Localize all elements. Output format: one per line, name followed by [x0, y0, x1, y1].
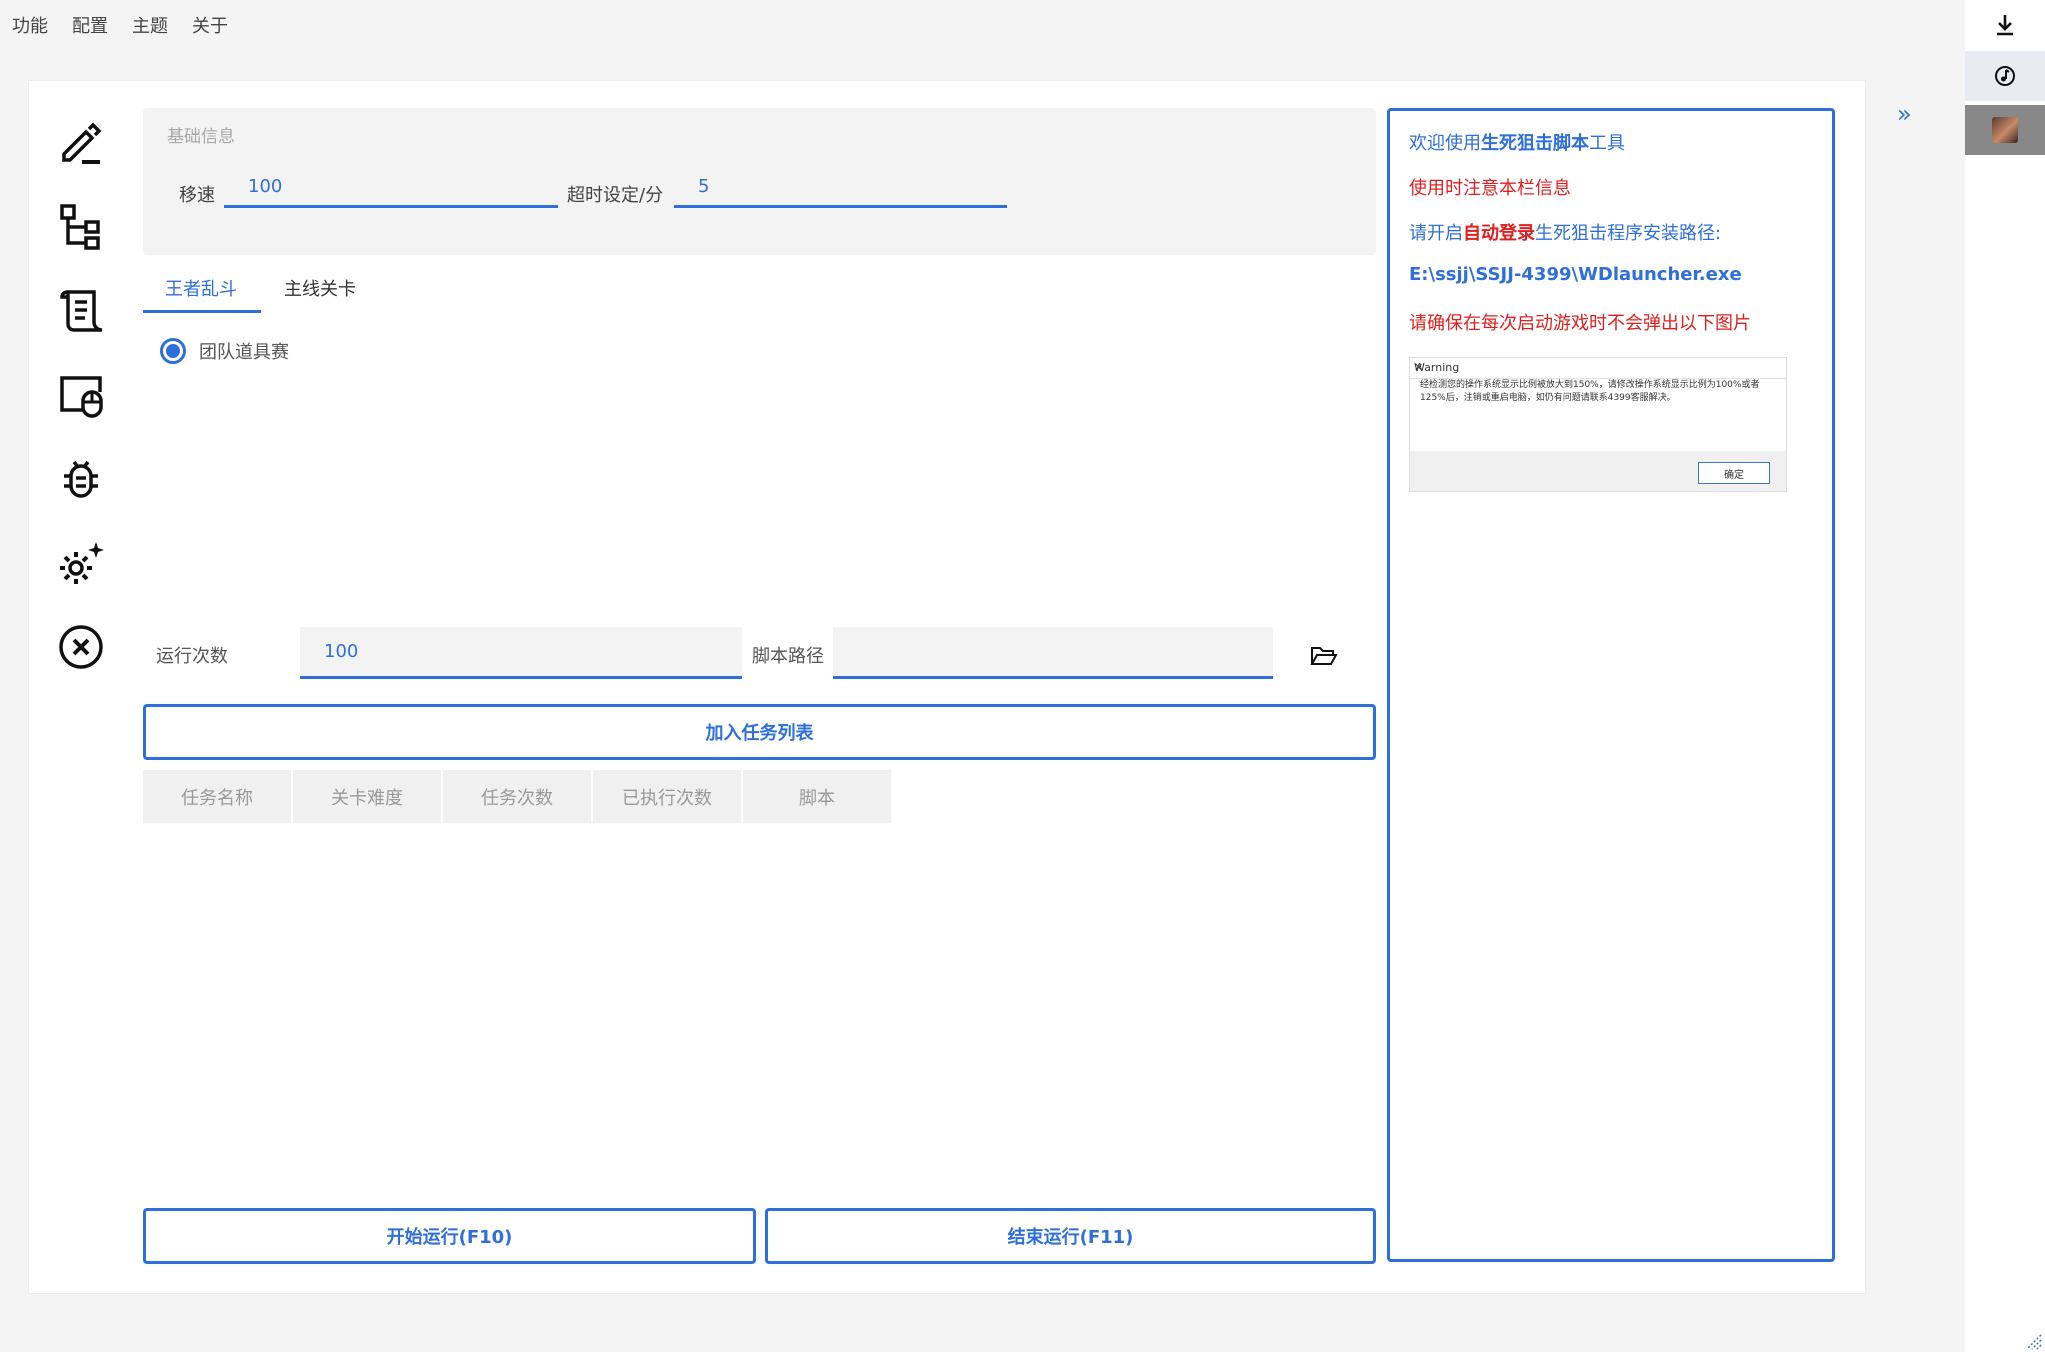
run-count-label: 运行次数 [156, 646, 228, 667]
speed-label: 移速 [179, 185, 215, 206]
notice-line: 使用时注意本栏信息 [1409, 178, 1571, 199]
sidebar-item-settings[interactable] [50, 532, 112, 594]
sidebar-item-window[interactable] [50, 364, 112, 426]
music-button[interactable] [1965, 51, 2045, 101]
info-panel: 欢迎使用生死狙击脚本工具 使用时注意本栏信息 请开启自动登录生死狙击程序安装路径… [1387, 108, 1835, 1262]
resize-grip-icon[interactable] [2022, 1330, 2042, 1350]
team-item-radio-label: 团队道具赛 [199, 342, 289, 363]
script-path-label: 脚本路径 [752, 646, 824, 667]
download-icon [1997, 15, 2013, 36]
menu-about[interactable]: 关于 [192, 12, 228, 38]
warning-dialog-titlebar: Warning ✕ [1410, 358, 1786, 379]
warning-dialog-image: Warning ✕ 经检测您的操作系统显示比例被放大到150%，请修改操作系统显… [1409, 357, 1787, 492]
active-tab-indicator [143, 310, 261, 313]
column-header[interactable]: 关卡难度 [293, 770, 441, 823]
welcome-post: 工具 [1589, 133, 1625, 154]
right-rail [1965, 0, 2045, 1352]
settings-sparkle-icon [60, 542, 104, 584]
autologin-bold: 自动登录 [1463, 223, 1535, 244]
basic-info-panel: 基础信息 移速 超时设定/分 [143, 108, 1376, 255]
warning-dialog-ok: 确定 [1698, 462, 1770, 484]
column-header[interactable]: 任务次数 [443, 770, 591, 823]
sidebar-item-script[interactable] [50, 280, 112, 342]
sidebar-item-exit[interactable] [50, 616, 112, 678]
close-circle-icon [59, 625, 103, 669]
autologin-pre: 请开启 [1409, 223, 1463, 244]
sidebar-item-edit[interactable] [50, 112, 112, 174]
task-table-body [143, 825, 1376, 1195]
tree-icon [60, 204, 100, 250]
folder-open-icon[interactable] [1310, 642, 1338, 670]
tab-king-brawl[interactable]: 王者乱斗 [165, 275, 237, 301]
add-task-button[interactable]: 加入任务列表 [143, 704, 1376, 760]
close-icon: ✕ [1414, 361, 1424, 374]
column-header[interactable]: 已执行次数 [593, 770, 741, 823]
scroll-icon [60, 290, 103, 332]
stop-button[interactable]: 结束运行(F11) [765, 1208, 1376, 1264]
avatar [1992, 117, 2018, 143]
column-header[interactable]: 任务名称 [143, 770, 291, 823]
team-item-radio[interactable] [160, 338, 186, 364]
task-table-header: 任务名称 关卡难度 任务次数 已执行次数 脚本 [143, 770, 893, 823]
script-path-input[interactable] [833, 627, 1273, 679]
timeout-input[interactable] [674, 168, 1007, 208]
menu-theme[interactable]: 主题 [132, 12, 168, 38]
chevron-double-right-icon[interactable]: » [1897, 100, 1912, 128]
popup-notice-line: 请确保在每次启动游戏时不会弹出以下图片 [1409, 313, 1751, 334]
sidebar-item-debug[interactable] [50, 448, 112, 510]
menu-bar: 功能 配置 主题 关于 [0, 0, 1965, 52]
autologin-line: 请开启自动登录生死狙击程序安装路径: [1409, 219, 1721, 245]
sidebar-item-tree[interactable] [50, 196, 112, 258]
welcome-bold: 生死狙击脚本 [1481, 133, 1589, 154]
run-count-input[interactable]: 100 [300, 627, 742, 679]
welcome-pre: 欢迎使用 [1409, 133, 1481, 154]
edit-icon [62, 122, 102, 164]
menu-function[interactable]: 功能 [12, 12, 48, 38]
window-mouse-icon [60, 376, 103, 418]
download-button[interactable] [1965, 0, 2045, 50]
column-header[interactable]: 脚本 [743, 770, 891, 823]
music-icon [1995, 66, 2015, 86]
bug-icon [64, 460, 98, 498]
avatar-button[interactable] [1965, 105, 2045, 155]
install-path: E:\ssjj\SSJJ-4399\WDlauncher.exe [1409, 264, 1742, 285]
autologin-post: 生死狙击程序安装路径: [1535, 223, 1722, 244]
start-button[interactable]: 开始运行(F10) [143, 1208, 756, 1264]
tab-main-stage[interactable]: 主线关卡 [284, 275, 356, 301]
speed-input[interactable] [224, 168, 558, 208]
warning-dialog-text: 经检测您的操作系统显示比例被放大到150%，请修改操作系统显示比例为100%或者… [1420, 380, 1760, 403]
timeout-label: 超时设定/分 [567, 185, 664, 206]
basic-info-title: 基础信息 [167, 127, 235, 147]
menu-config[interactable]: 配置 [72, 12, 108, 38]
welcome-line: 欢迎使用生死狙击脚本工具 [1409, 129, 1625, 155]
